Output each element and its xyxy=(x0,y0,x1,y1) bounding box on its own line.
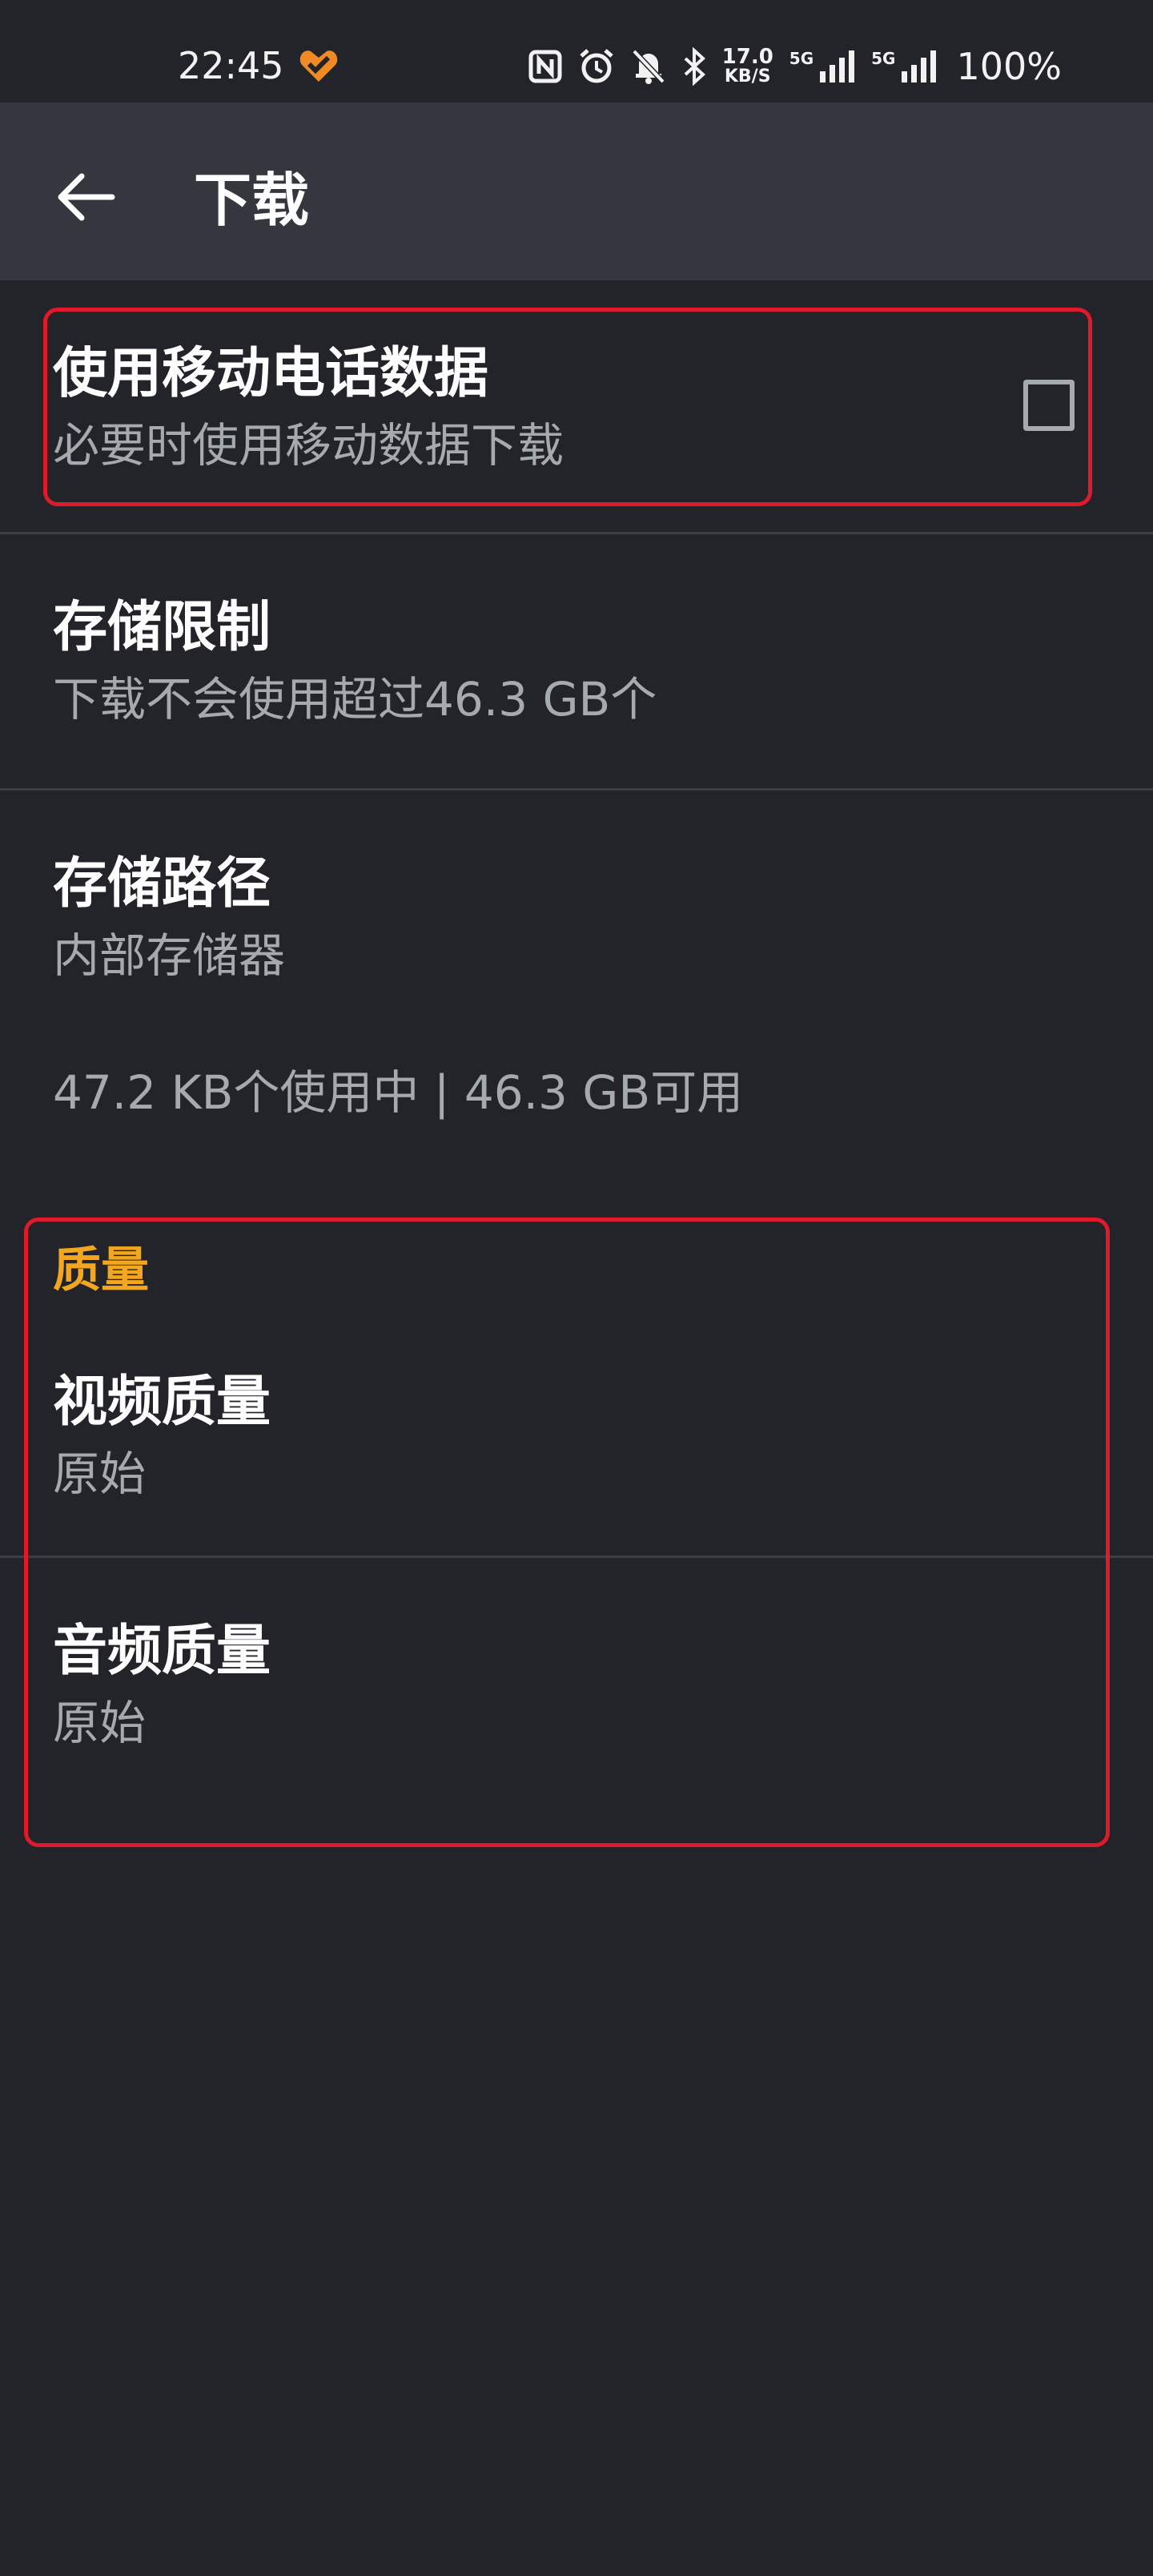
battery-level: 100% xyxy=(956,45,1062,88)
network-speed: 17.0 KB/S xyxy=(722,46,773,87)
status-icons: 17.0 KB/S 5G 5G 100% xyxy=(528,40,1062,93)
bell-off-icon xyxy=(632,49,665,84)
highlight-box-quality xyxy=(24,1218,1110,1847)
app-bar: 下载 xyxy=(0,103,1153,280)
sim1-network-label: 5G xyxy=(789,49,814,68)
heart-app-icon xyxy=(299,50,338,82)
sim1-signal: 5G xyxy=(789,50,855,83)
signal-icon xyxy=(820,50,855,83)
alarm-icon xyxy=(579,49,613,83)
storage-usage-info: 47.2 KB个使用中 | 46.3 GB可用 xyxy=(53,1065,744,1120)
network-speed-unit: KB/S xyxy=(724,66,771,87)
sim2-network-label: 5G xyxy=(871,49,896,68)
setting-subtitle: 下载不会使用超过46.3 GB个 xyxy=(53,672,657,727)
setting-storage-path[interactable]: 存储路径 内部存储器 xyxy=(0,791,1153,1023)
bluetooth-icon xyxy=(684,47,705,86)
status-bar: 22:45 17.0 KB/S 5G 5G 100% xyxy=(0,0,1153,103)
setting-title: 存储路径 xyxy=(53,852,271,916)
setting-storage-limit[interactable]: 存储限制 下载不会使用超过46.3 GB个 xyxy=(0,534,1153,789)
status-time: 22:45 xyxy=(178,44,284,87)
sim2-signal: 5G xyxy=(871,50,937,83)
signal-icon xyxy=(902,50,937,83)
setting-title: 存储限制 xyxy=(53,596,271,659)
back-button[interactable] xyxy=(45,157,125,237)
highlight-box-mobile-data xyxy=(43,308,1092,506)
network-speed-value: 17.0 xyxy=(721,45,773,69)
setting-subtitle: 内部存储器 xyxy=(53,928,286,983)
page-title: 下载 xyxy=(194,167,310,234)
nfc-icon xyxy=(528,50,562,83)
arrow-back-icon xyxy=(58,173,115,221)
